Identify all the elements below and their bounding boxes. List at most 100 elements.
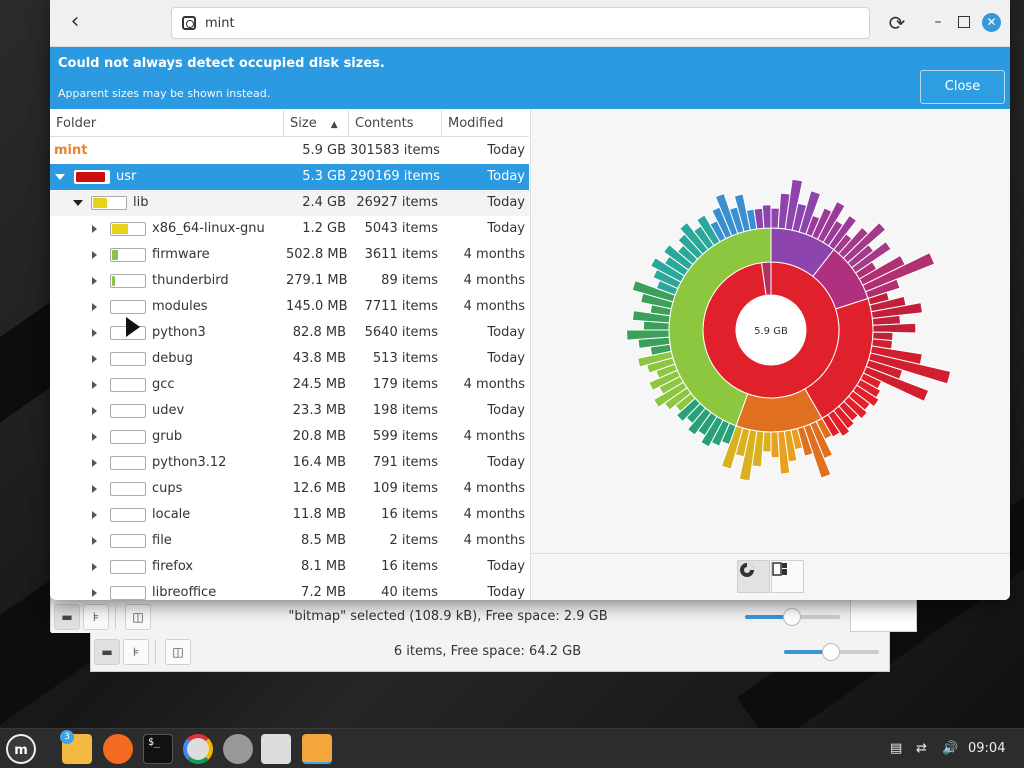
expand-arrow-icon[interactable] [92, 329, 97, 337]
expand-arrow-icon[interactable] [92, 563, 97, 571]
places-view-button[interactable]: ▬ [54, 603, 80, 630]
expand-arrow-icon[interactable] [92, 537, 97, 545]
places-view-button[interactable]: ▬ [94, 638, 120, 665]
expand-arrow-icon[interactable] [92, 277, 97, 285]
folder-size: 5.9 GB [302, 143, 346, 158]
network-disconnected-icon[interactable]: ⇄ [916, 729, 927, 768]
mint-menu-button[interactable]: m [6, 734, 36, 764]
disks-launcher[interactable] [223, 734, 253, 764]
folder-size: 8.1 MB [301, 559, 346, 574]
tree-row-python3[interactable]: python3 82.8 MB 5640 items Today [50, 320, 529, 346]
clock[interactable]: 09:04 [968, 729, 1005, 768]
folder-contents: 599 items [372, 429, 438, 444]
folder-contents: 16 items [381, 507, 438, 522]
tree-row-cups[interactable]: cups 12.6 MB 109 items 4 months [50, 476, 529, 502]
app-launcher[interactable] [261, 734, 291, 764]
folder-contents: 89 items [381, 273, 438, 288]
folder-contents: 7711 items [364, 299, 438, 314]
volume-icon[interactable]: 🔊 [942, 729, 958, 768]
tree-row-file[interactable]: file 8.5 MB 2 items 4 months [50, 528, 529, 554]
zoom-slider[interactable] [745, 607, 840, 626]
ring-segment[interactable] [761, 204, 772, 229]
refresh-button[interactable]: ⟳ [882, 8, 912, 38]
notes-tray-icon[interactable]: ▤ [890, 729, 902, 768]
terminal-launcher[interactable]: $_ [143, 734, 173, 764]
minimize-button[interactable]: – [930, 14, 946, 30]
tree-row-thunderbird[interactable]: thunderbird 279.1 MB 89 items 4 months [50, 268, 529, 294]
tree-row-libreoffice[interactable]: libreoffice 7.2 MB 40 items Today [50, 580, 529, 600]
folder-name: udev [152, 403, 185, 418]
toggle-sidebar-button[interactable]: ◫ [125, 603, 151, 630]
firefox-launcher[interactable] [103, 734, 133, 764]
tree-row-python3-12[interactable]: python3.12 16.4 MB 791 items Today [50, 450, 529, 476]
usage-bar [110, 352, 146, 366]
tree-row-locale[interactable]: locale 11.8 MB 16 items 4 months [50, 502, 529, 528]
tree-row-usr[interactable]: usr 5.3 GB 290169 items Today [50, 164, 529, 190]
files-window-count-badge: 3 [60, 730, 74, 744]
infobar-close-button[interactable]: Close [920, 70, 1005, 104]
expand-arrow-icon[interactable] [92, 225, 97, 233]
toggle-sidebar-button[interactable]: ◫ [165, 638, 191, 665]
rings-chart-button[interactable] [737, 560, 770, 593]
tree-view-button[interactable]: ⊧ [83, 603, 109, 630]
folder-size: 502.8 MB [286, 247, 348, 262]
expand-arrow-icon[interactable] [92, 251, 97, 259]
tree-row-gcc[interactable]: gcc 24.5 MB 179 items 4 months [50, 372, 529, 398]
folder-contents: 5640 items [364, 325, 438, 340]
ring-segment[interactable] [872, 322, 917, 334]
back-button[interactable]: ‹ [60, 8, 90, 38]
expand-arrow-icon[interactable] [92, 485, 97, 493]
zoom-slider-knob[interactable] [822, 642, 840, 661]
collapse-arrow-icon[interactable] [73, 200, 83, 206]
tree-row-firmware[interactable]: firmware 502.8 MB 3611 items 4 months [50, 242, 529, 268]
expand-arrow-icon[interactable] [92, 433, 97, 441]
folder-size: 1.2 GB [302, 221, 346, 236]
zoom-slider[interactable] [784, 642, 879, 661]
usage-bar [110, 534, 146, 548]
expand-arrow-icon[interactable] [92, 407, 97, 415]
collapse-arrow-icon[interactable] [55, 174, 65, 180]
ring-chart[interactable]: 5.9 GB [531, 110, 1010, 553]
folder-size: 8.5 MB [301, 533, 346, 548]
folder-modified: Today [487, 585, 525, 600]
folder-modified: 4 months [463, 273, 525, 288]
treemap-chart-button[interactable] [771, 560, 804, 593]
expand-arrow-icon[interactable] [92, 511, 97, 519]
maximize-button[interactable] [958, 16, 970, 28]
column-size[interactable]: Size ▲ [284, 110, 349, 137]
tree-row-modules[interactable]: modules 145.0 MB 7711 items 4 months [50, 294, 529, 320]
terminal-prompt: $_ [148, 737, 161, 748]
zoom-slider-knob[interactable] [783, 607, 801, 626]
usage-bar [110, 222, 146, 236]
usage-bar [110, 274, 146, 288]
folder-tree[interactable]: Folder Size ▲ Contents Modified mint 5.9 G… [50, 110, 529, 600]
tree-row-mint[interactable]: mint 5.9 GB 301583 items Today [50, 138, 529, 164]
folder-modified: Today [487, 325, 525, 340]
folder-contents: 40 items [381, 585, 438, 600]
column-contents[interactable]: Contents [349, 110, 442, 137]
column-modified[interactable]: Modified [442, 110, 529, 137]
chromium-launcher[interactable] [183, 734, 213, 764]
expand-arrow-icon[interactable] [92, 459, 97, 467]
tree-row-grub[interactable]: grub 20.8 MB 599 items 4 months [50, 424, 529, 450]
ring-chart-pane[interactable]: 5.9 GB [530, 110, 1010, 600]
disk-usage-analyzer-taskbar-button[interactable] [302, 734, 332, 764]
tree-row-lib[interactable]: lib 2.4 GB 26927 items Today [50, 190, 529, 216]
folder-size: 23.3 MB [292, 403, 346, 418]
expand-arrow-icon[interactable] [92, 355, 97, 363]
expand-arrow-icon[interactable] [92, 303, 97, 311]
folder-name: python3.12 [152, 455, 227, 470]
tree-row-udev[interactable]: udev 23.3 MB 198 items Today [50, 398, 529, 424]
tree-row-firefox[interactable]: firefox 8.1 MB 16 items Today [50, 554, 529, 580]
expand-arrow-icon[interactable] [92, 381, 97, 389]
tree-view-button[interactable]: ⊧ [123, 638, 149, 665]
tree-row-debug[interactable]: debug 43.8 MB 513 items Today [50, 346, 529, 372]
column-folder[interactable]: Folder [50, 110, 284, 137]
disk-usage-analyzer-window[interactable]: ‹ mint ⟳ – ✕ Could not always detect occ… [50, 0, 1010, 600]
ring-segment[interactable] [770, 431, 780, 459]
folder-name: file [152, 533, 172, 548]
close-window-button[interactable]: ✕ [982, 13, 1001, 32]
expand-arrow-icon[interactable] [92, 589, 97, 597]
tree-row-x86-64-linux-gnu[interactable]: x86_64-linux-gnu 1.2 GB 5043 items Today [50, 216, 529, 242]
folder-name: modules [152, 299, 208, 314]
